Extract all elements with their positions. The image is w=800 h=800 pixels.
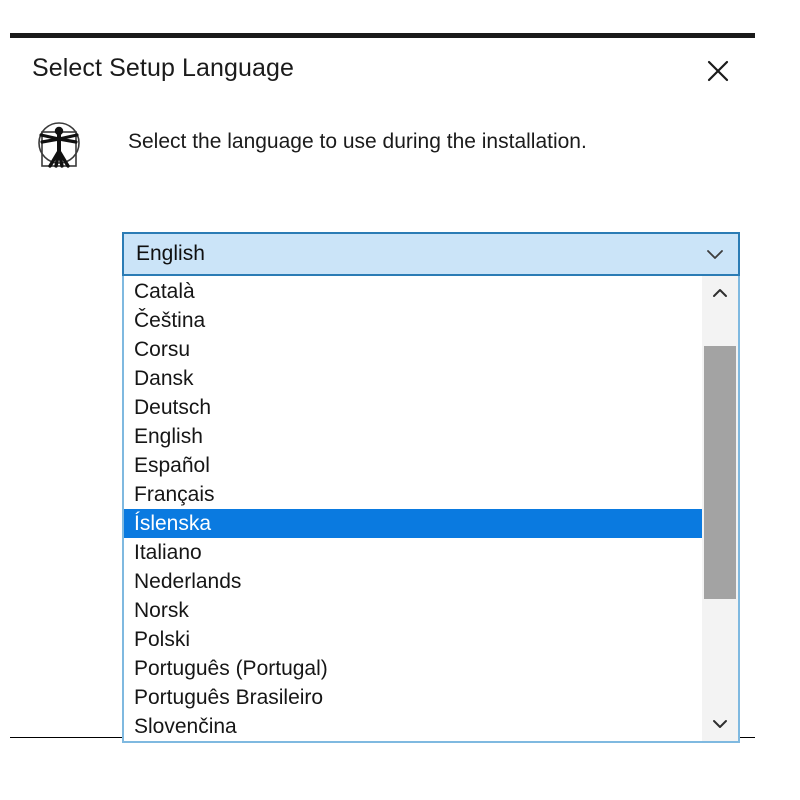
dialog-title: Select Setup Language [32, 54, 295, 82]
language-option-list: Català Čeština Corsu Dansk Deutsch English Esp… [124, 276, 704, 741]
language-option[interactable]: Íslenska [124, 509, 704, 538]
dialog-titlebar: Select Setup Language [10, 38, 755, 104]
language-option[interactable]: Deutsch [124, 393, 704, 422]
language-option[interactable]: Norsk [124, 596, 704, 625]
chevron-down-icon[interactable] [704, 243, 726, 265]
dropdown-scrollbar[interactable] [702, 276, 738, 741]
vitruvian-man-icon [33, 118, 87, 172]
select-setup-language-dialog: Select Setup Language Select the languag… [10, 33, 755, 743]
language-option[interactable]: Français [124, 480, 704, 509]
chevron-up-icon [710, 283, 730, 303]
language-option[interactable]: Polski [124, 625, 704, 654]
language-option[interactable]: English [124, 422, 704, 451]
language-option[interactable]: Čeština [124, 306, 704, 335]
language-option[interactable]: Português (Portugal) [124, 654, 704, 683]
scroll-up-button[interactable] [702, 276, 738, 310]
scroll-track[interactable] [702, 310, 738, 707]
language-dropdown-list[interactable]: Català Čeština Corsu Dansk Deutsch English Esp… [122, 276, 740, 743]
language-combobox-value: English [136, 242, 205, 265]
language-combobox[interactable]: English [122, 232, 740, 276]
language-option[interactable]: Italiano [124, 538, 704, 567]
screen-root: Select Setup Language Select the languag… [0, 0, 800, 800]
language-option[interactable]: Español [124, 451, 704, 480]
prompt-text: Select the language to use during the in… [128, 130, 587, 153]
scroll-down-button[interactable] [702, 707, 738, 741]
language-option[interactable]: Dansk [124, 364, 704, 393]
language-option[interactable]: Português Brasileiro [124, 683, 704, 712]
language-option[interactable]: Corsu [124, 335, 704, 364]
language-option[interactable]: Slovenčina [124, 712, 704, 741]
close-button[interactable] [695, 50, 741, 92]
close-icon [705, 58, 731, 84]
chevron-down-icon [710, 714, 730, 734]
scroll-thumb[interactable] [704, 346, 736, 599]
language-option[interactable]: Català [124, 277, 704, 306]
language-option[interactable]: Nederlands [124, 567, 704, 596]
